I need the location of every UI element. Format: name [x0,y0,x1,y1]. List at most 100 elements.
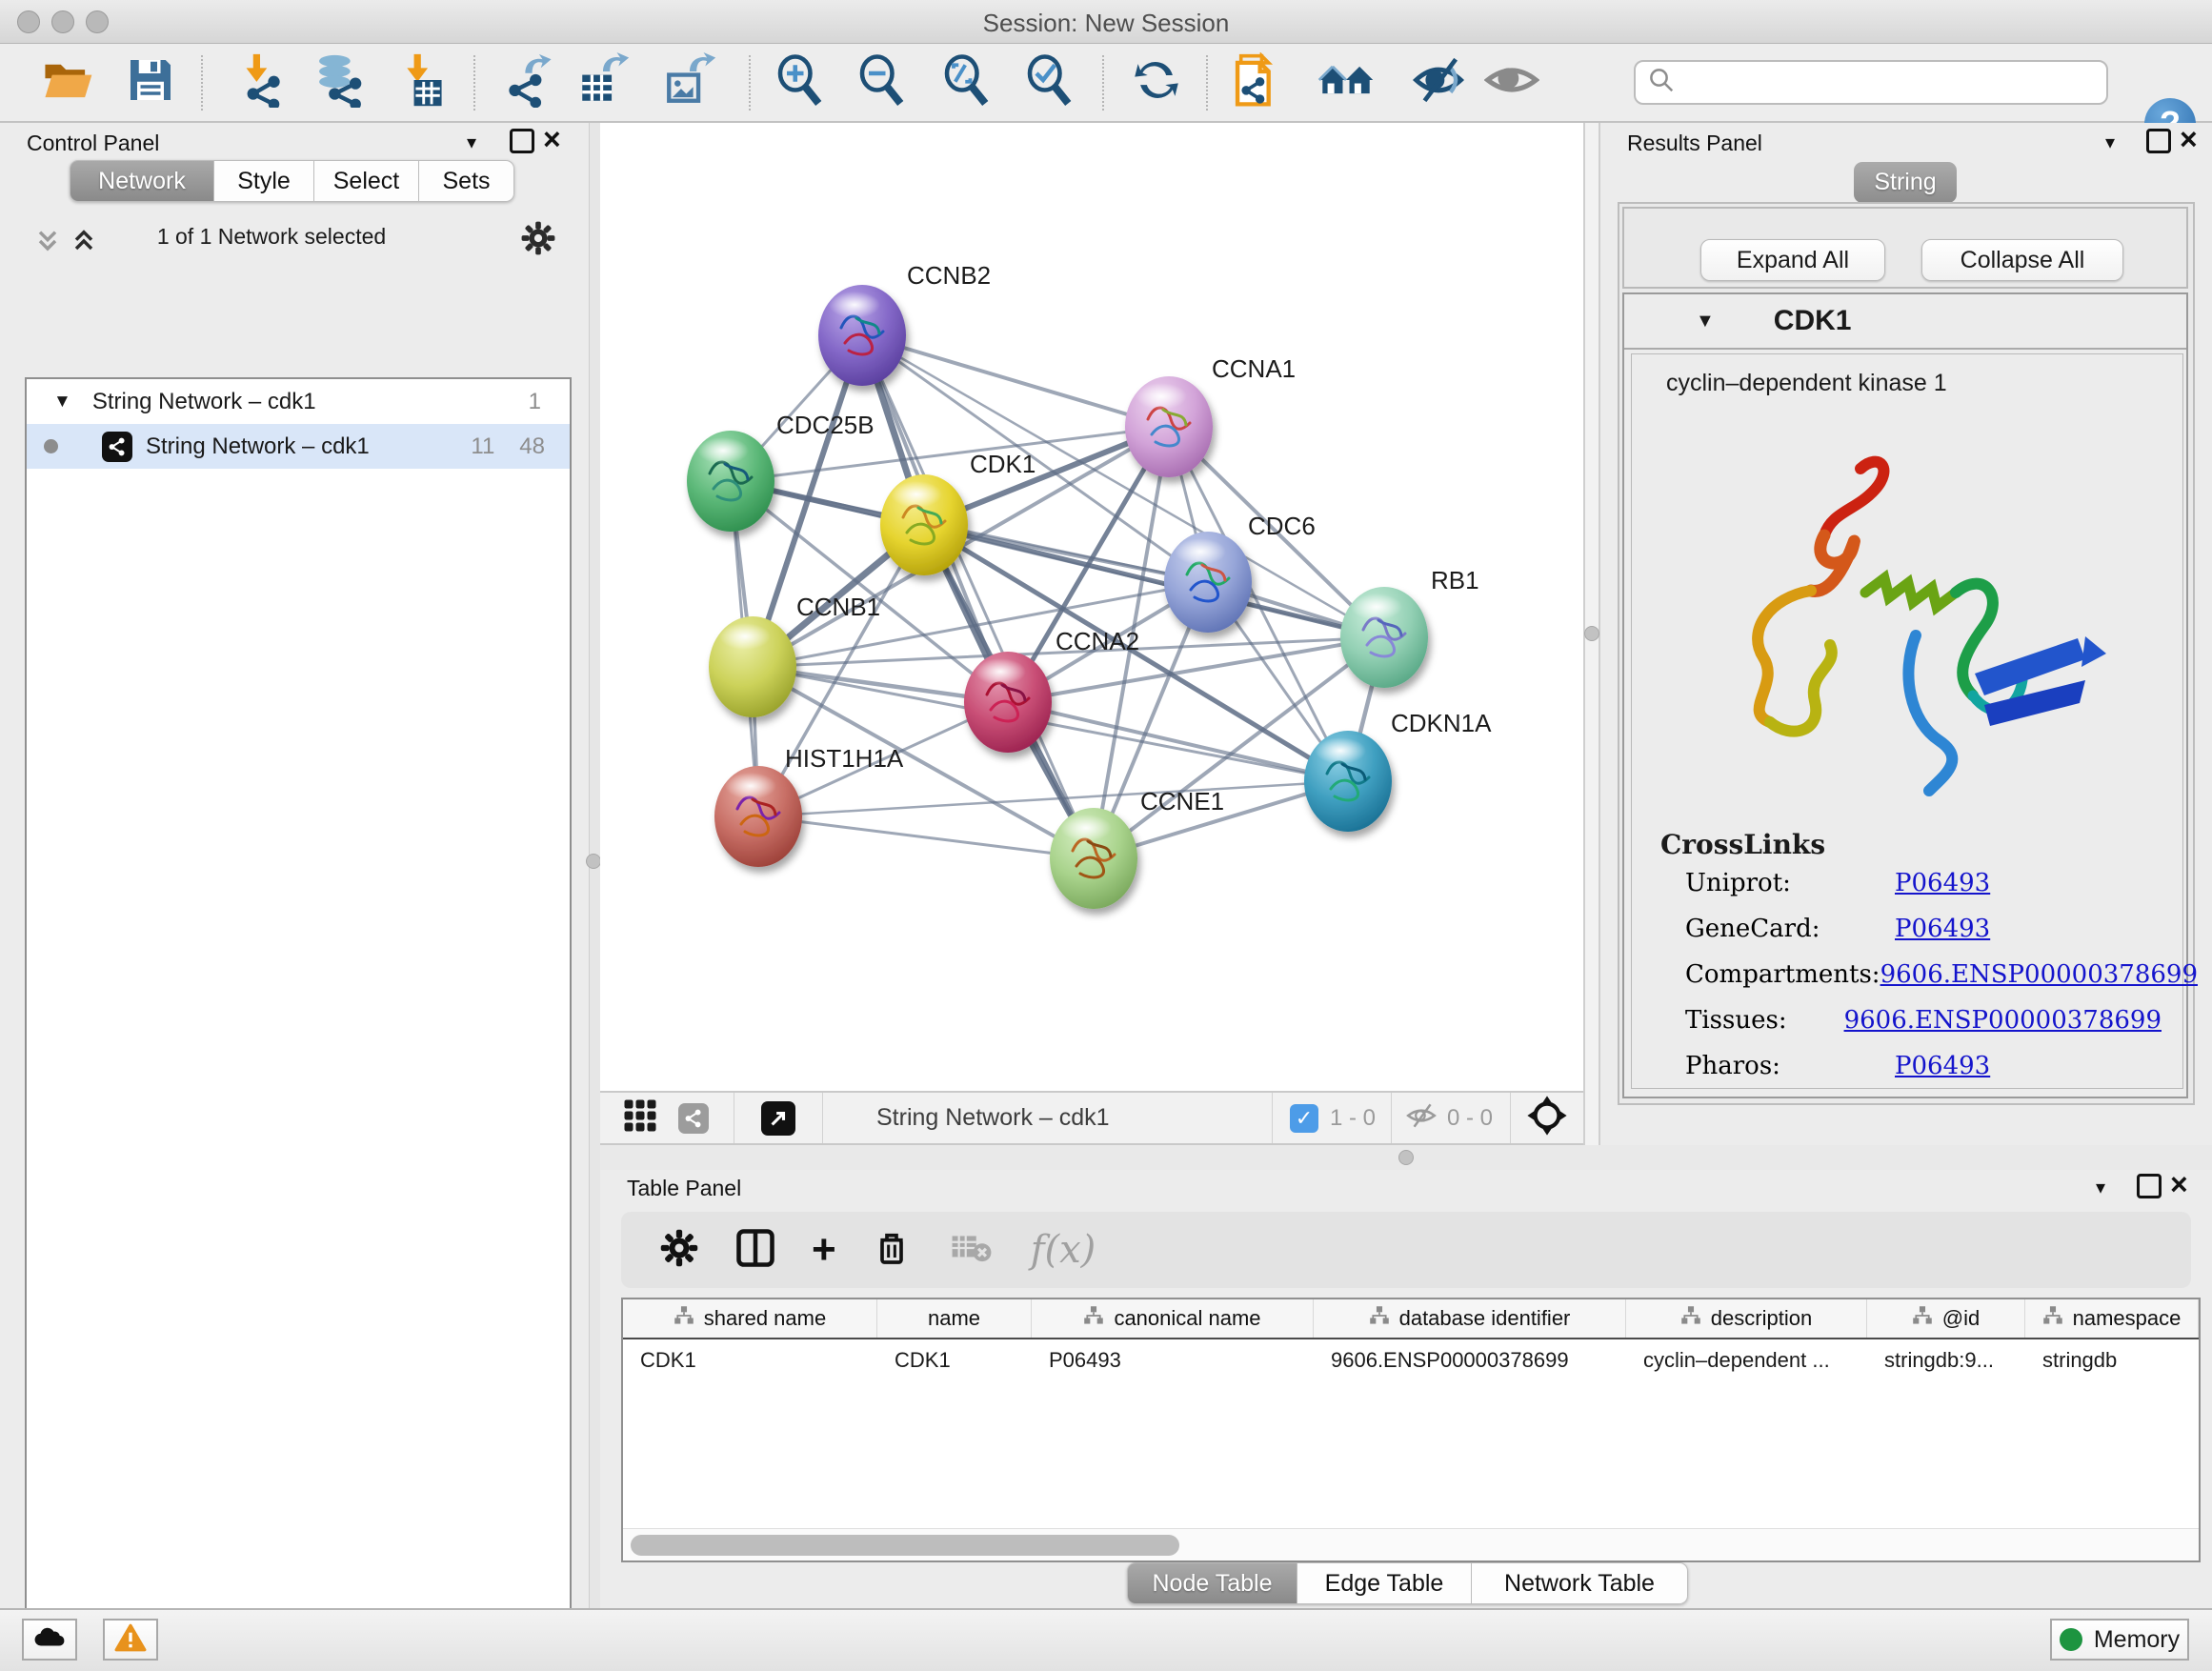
horizontal-scrollbar[interactable] [623,1528,2199,1560]
gene-header[interactable]: ▼ CDK1 [1624,294,2186,350]
column-header-name[interactable]: name [877,1299,1032,1338]
network-edge[interactable] [924,525,1384,637]
string-home-button[interactable] [1317,53,1376,112]
disclosure-triangle-icon[interactable]: ▼ [1696,311,1715,332]
enhance-view-button[interactable] [1409,53,1468,112]
split-columns-icon[interactable] [735,1228,775,1273]
divider-handle[interactable] [586,854,601,869]
open-in-new-icon[interactable] [761,1101,795,1136]
zoom-selected-button[interactable] [1020,53,1079,112]
float-panel-icon[interactable]: ▾ [467,131,476,154]
clear-table-icon[interactable] [951,1227,993,1274]
tab-string[interactable]: String [1854,162,1957,203]
crosslink-link[interactable]: 9606.ENSP00000378699 [1880,960,2198,989]
network-node-HIST1H1A[interactable] [714,766,802,867]
float-panel-icon[interactable]: ▾ [2096,1176,2105,1199]
delete-icon[interactable] [873,1229,911,1272]
column-header-namespace[interactable]: namespace [2025,1299,2199,1338]
gear-icon[interactable] [520,220,556,261]
import-network-file-button[interactable] [231,53,290,112]
function-icon[interactable]: f(x) [1031,1228,1096,1272]
network-node-RB1[interactable] [1340,587,1428,688]
column-header-shared-name[interactable]: shared name [623,1299,877,1338]
zoom-in-button[interactable] [771,53,830,112]
maximize-panel-icon[interactable] [2146,129,2171,153]
network-edge[interactable] [862,335,1094,858]
divider-handle[interactable] [1398,1150,1414,1165]
import-table-button[interactable] [390,53,449,112]
network-node-CDKN1A[interactable] [1304,731,1392,832]
memory-button[interactable]: Memory [2050,1619,2189,1661]
network-node-CCNE1[interactable] [1050,808,1137,909]
warning-button[interactable] [103,1619,158,1661]
tab-style[interactable]: Style [214,160,314,202]
close-panel-icon[interactable]: × [2170,1172,2188,1197]
zoom-out-button[interactable] [853,53,912,112]
tab-edge-table[interactable]: Edge Table [1297,1562,1472,1604]
tab-network[interactable]: Network [70,160,214,202]
network-node-CDC25B[interactable] [687,431,774,532]
network-node-CCNB1[interactable] [709,616,796,717]
column-header-description[interactable]: description [1626,1299,1867,1338]
network-node-CCNA2[interactable] [964,652,1052,753]
column-header-canonical-name[interactable]: canonical name [1032,1299,1314,1338]
table-cell[interactable]: stringdb:9... [1867,1341,2025,1379]
column-header-database-identifier[interactable]: database identifier [1314,1299,1626,1338]
zoom-fit-button[interactable] [937,53,996,112]
table-cell[interactable]: 9606.ENSP00000378699 [1314,1341,1626,1379]
maximize-panel-icon[interactable] [510,129,534,153]
selected-checkbox-icon[interactable]: ✓ [1290,1104,1318,1133]
maximize-panel-icon[interactable] [2137,1174,2162,1198]
tab-node-table[interactable]: Node Table [1127,1562,1297,1604]
scrollbar-thumb[interactable] [631,1535,1179,1556]
table-cell[interactable]: CDK1 [877,1341,1032,1379]
refresh-button[interactable] [1127,53,1186,112]
save-session-button[interactable] [121,53,180,112]
crosslink-link[interactable]: P06493 [1895,1052,1990,1080]
cloud-button[interactable] [22,1619,77,1661]
table-cell[interactable]: P06493 [1032,1341,1314,1379]
close-panel-icon[interactable]: × [2180,127,2198,151]
column-header-@id[interactable]: @id [1867,1299,2025,1338]
export-table-button[interactable] [573,53,633,112]
network-row[interactable]: String Network – cdk1 11 48 [27,424,570,469]
crosslink-link[interactable]: P06493 [1895,915,1990,943]
collapse-all-icon[interactable] [32,226,63,261]
crosslink-link[interactable]: 9606.ENSP00000378699 [1844,1006,2162,1035]
string-document-button[interactable] [1227,53,1286,112]
collapse-all-button[interactable]: Collapse All [1921,239,2123,281]
tab-network-table[interactable]: Network Table [1472,1562,1688,1604]
table-cell[interactable]: stringdb [2025,1341,2199,1379]
network-node-CDK1[interactable] [880,474,968,575]
import-network-database-button[interactable] [309,53,368,112]
birdseye-icon[interactable] [1526,1095,1568,1141]
network-edge[interactable] [758,816,1094,858]
expand-all-button[interactable]: Expand All [1700,239,1885,281]
network-collection-row[interactable]: ▼ String Network – cdk1 1 [27,379,570,424]
search-input[interactable] [1634,60,2108,105]
divider-handle[interactable] [1584,626,1599,641]
table-row[interactable]: CDK1CDK1P064939606.ENSP00000378699cyclin… [623,1341,2199,1379]
close-panel-icon[interactable]: × [543,127,561,151]
export-image-button[interactable] [660,53,719,112]
grid-view-icon[interactable] [623,1098,657,1137]
network-canvas[interactable]: CCNB2 CCNA1 CDC25B CDK1 CDC6 RB1 CCNB1 C… [600,123,1583,1091]
hidden-eye-icon[interactable] [1405,1099,1438,1137]
network-edge[interactable] [1008,702,1348,781]
table-cell[interactable]: CDK1 [623,1341,877,1379]
network-node-CCNB2[interactable] [818,285,906,386]
float-panel-icon[interactable]: ▾ [2105,131,2115,154]
crosslink-link[interactable]: P06493 [1895,869,1990,897]
network-node-CCNA1[interactable] [1125,376,1213,477]
expand-all-icon[interactable] [69,226,99,261]
tab-sets[interactable]: Sets [419,160,514,202]
table-cell[interactable]: cyclin–dependent ... [1626,1341,1867,1379]
network-edge[interactable] [862,335,1169,427]
tab-select[interactable]: Select [314,160,419,202]
export-network-button[interactable] [499,53,558,112]
network-node-CDC6[interactable] [1164,532,1252,633]
gear-icon[interactable] [659,1228,699,1273]
show-hide-button[interactable] [1482,53,1541,112]
share-view-icon[interactable] [678,1103,709,1134]
add-column-icon[interactable]: + [812,1231,836,1269]
